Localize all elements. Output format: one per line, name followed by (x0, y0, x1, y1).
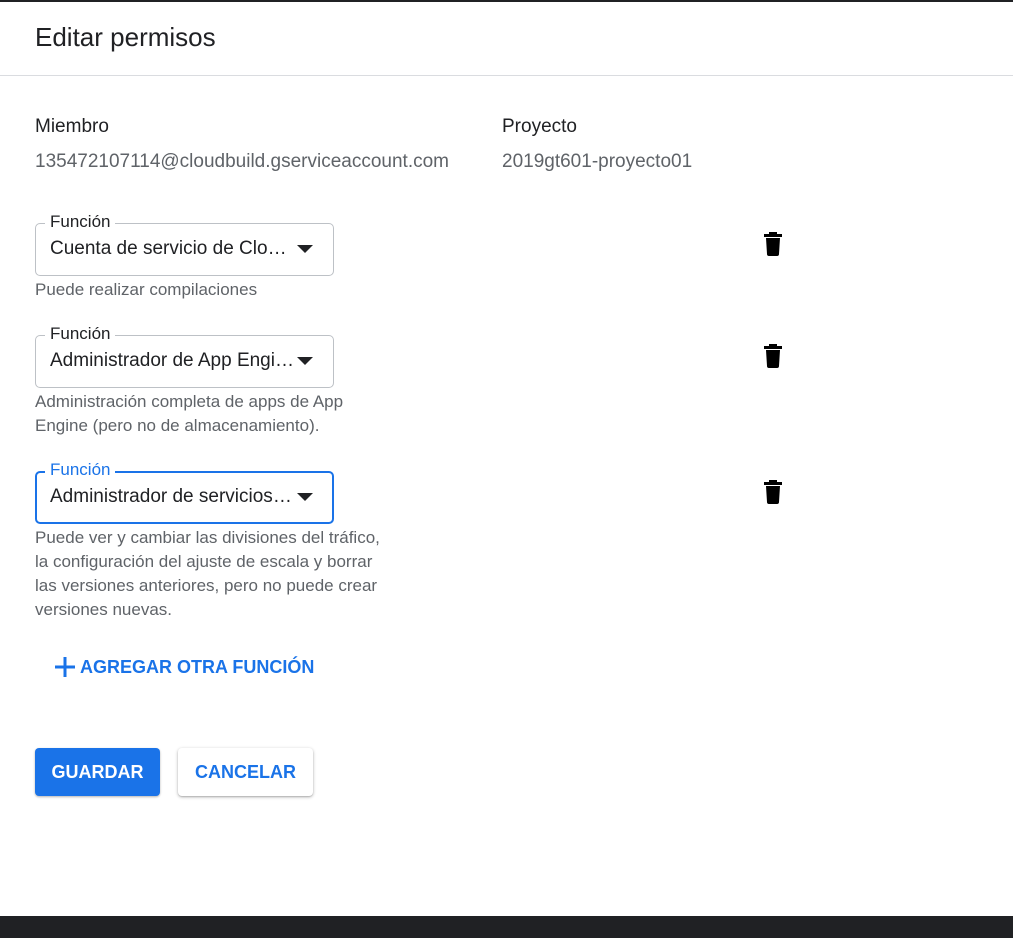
member-value: 135472107114@cloudbuild.gserviceaccount.… (35, 151, 449, 172)
role-select[interactable]: Función Cuenta de servicio de Cloud Buil… (35, 212, 334, 276)
role-description: Administración completa de apps de App E… (35, 392, 344, 435)
dialog-title: Editar permisos (35, 22, 216, 52)
role-description: Puede ver y cambiar las divisiones del t… (35, 528, 380, 619)
role-select[interactable]: Función Administrador de App Engine (35, 324, 334, 388)
dropdown-arrow-icon (297, 357, 313, 365)
dialog-header: Editar permisos (0, 2, 1013, 76)
cancel-button[interactable]: CANCELAR (178, 748, 313, 796)
dropdown-arrow-icon (297, 493, 313, 501)
project-value: 2019gt601-proyecto01 (502, 151, 693, 172)
bottom-bar (0, 916, 1013, 938)
dropdown-arrow-icon (297, 245, 313, 253)
member-label: Miembro (35, 116, 109, 137)
trash-icon[interactable] (763, 344, 783, 368)
trash-icon[interactable] (763, 232, 783, 256)
role-select-label: Función (45, 324, 116, 344)
role-select[interactable]: Función Administrador de servicios de Ap… (35, 460, 334, 524)
role-description: Puede realizar compilaciones (35, 280, 258, 299)
project-label: Proyecto (502, 116, 577, 137)
plus-icon (55, 657, 75, 677)
role-select-value: Cuenta de servicio de Cloud Build (50, 238, 296, 259)
role-select-label: Función (45, 212, 116, 232)
role-select-value: Administrador de App Engine (50, 350, 296, 371)
role-select-value: Administrador de servicios de App Engine (50, 486, 296, 507)
role-select-label: Función (45, 460, 116, 480)
trash-icon[interactable] (763, 480, 783, 504)
add-role-button[interactable]: AGREGAR OTRA FUNCIÓN (54, 656, 314, 678)
add-role-label: AGREGAR OTRA FUNCIÓN (80, 656, 315, 677)
save-button[interactable]: GUARDAR (35, 748, 160, 796)
